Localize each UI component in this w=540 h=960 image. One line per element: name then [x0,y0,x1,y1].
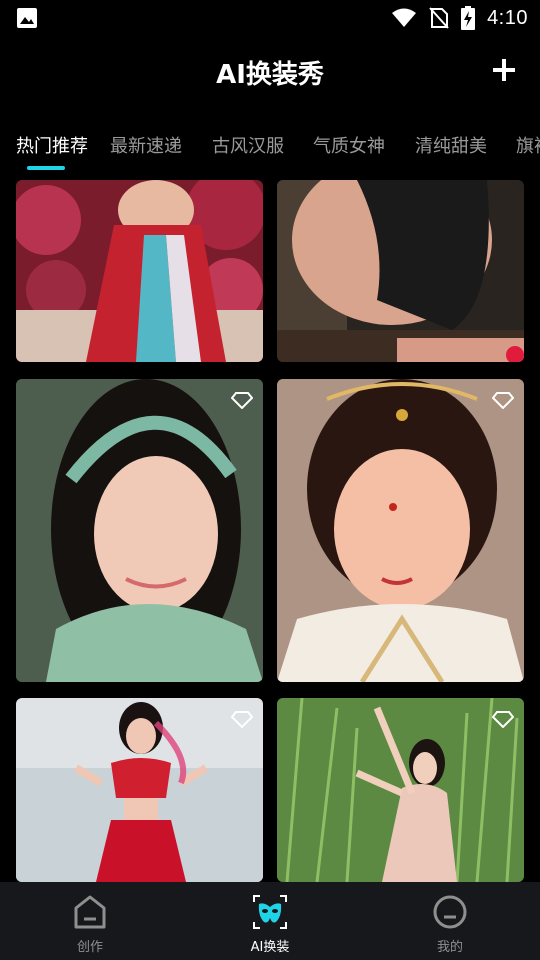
tab-sweet[interactable]: 清纯甜美 [415,132,487,158]
template-image [16,379,263,682]
nav-ai-dressup[interactable]: AI换装 [210,882,330,960]
page-title: AI换装秀 [216,60,324,90]
tab-hanfu[interactable]: 古风汉服 [212,132,284,158]
tab-qipao[interactable]: 旗袍 [516,132,540,158]
mask-icon [253,895,287,929]
diamond-icon [231,392,253,409]
template-card-black-top[interactable] [277,180,524,362]
category-tabs: 热门推荐 最新速递 古风汉服 气质女神 清纯甜美 旗袍 [0,130,540,170]
clock: 4:10 [487,6,528,29]
template-card-red-belly-dancer[interactable] [16,698,263,882]
no-sim-icon [429,7,449,29]
image-icon [17,8,37,28]
diamond-icon [492,711,514,728]
plus-icon[interactable] [490,56,518,84]
tab-hot[interactable]: 热门推荐 [16,132,88,158]
nav-profile[interactable]: 我的 [390,882,510,960]
title-bar: AI换装秀 [0,50,540,96]
template-image [277,379,524,682]
tab-indicator [27,166,65,170]
nav-create[interactable]: 创作 [30,882,150,960]
template-card-veil-bride[interactable] [277,379,524,682]
template-card-green-headband[interactable] [16,379,263,682]
diamond-icon [492,392,514,409]
battery-charging-icon [461,6,476,30]
template-card-red-dancer[interactable] [16,180,263,362]
template-card-grass-dancer[interactable] [277,698,524,882]
template-image [16,180,263,362]
template-image [277,698,524,882]
bottom-nav: 创作 AI换装 我的 [0,882,540,960]
profile-icon [433,895,467,929]
template-image [16,698,263,882]
home-icon [74,895,106,929]
template-image [277,180,524,362]
diamond-icon [231,711,253,728]
tab-goddess[interactable]: 气质女神 [313,132,385,158]
nav-profile-label: 我的 [436,940,463,955]
tab-newest[interactable]: 最新速递 [110,132,182,158]
wifi-icon [392,8,417,27]
nav-ai-dressup-label: AI换装 [250,940,290,955]
nav-create-label: 创作 [76,940,103,955]
status-bar: 4:10 [0,0,540,38]
template-grid[interactable] [0,180,540,882]
